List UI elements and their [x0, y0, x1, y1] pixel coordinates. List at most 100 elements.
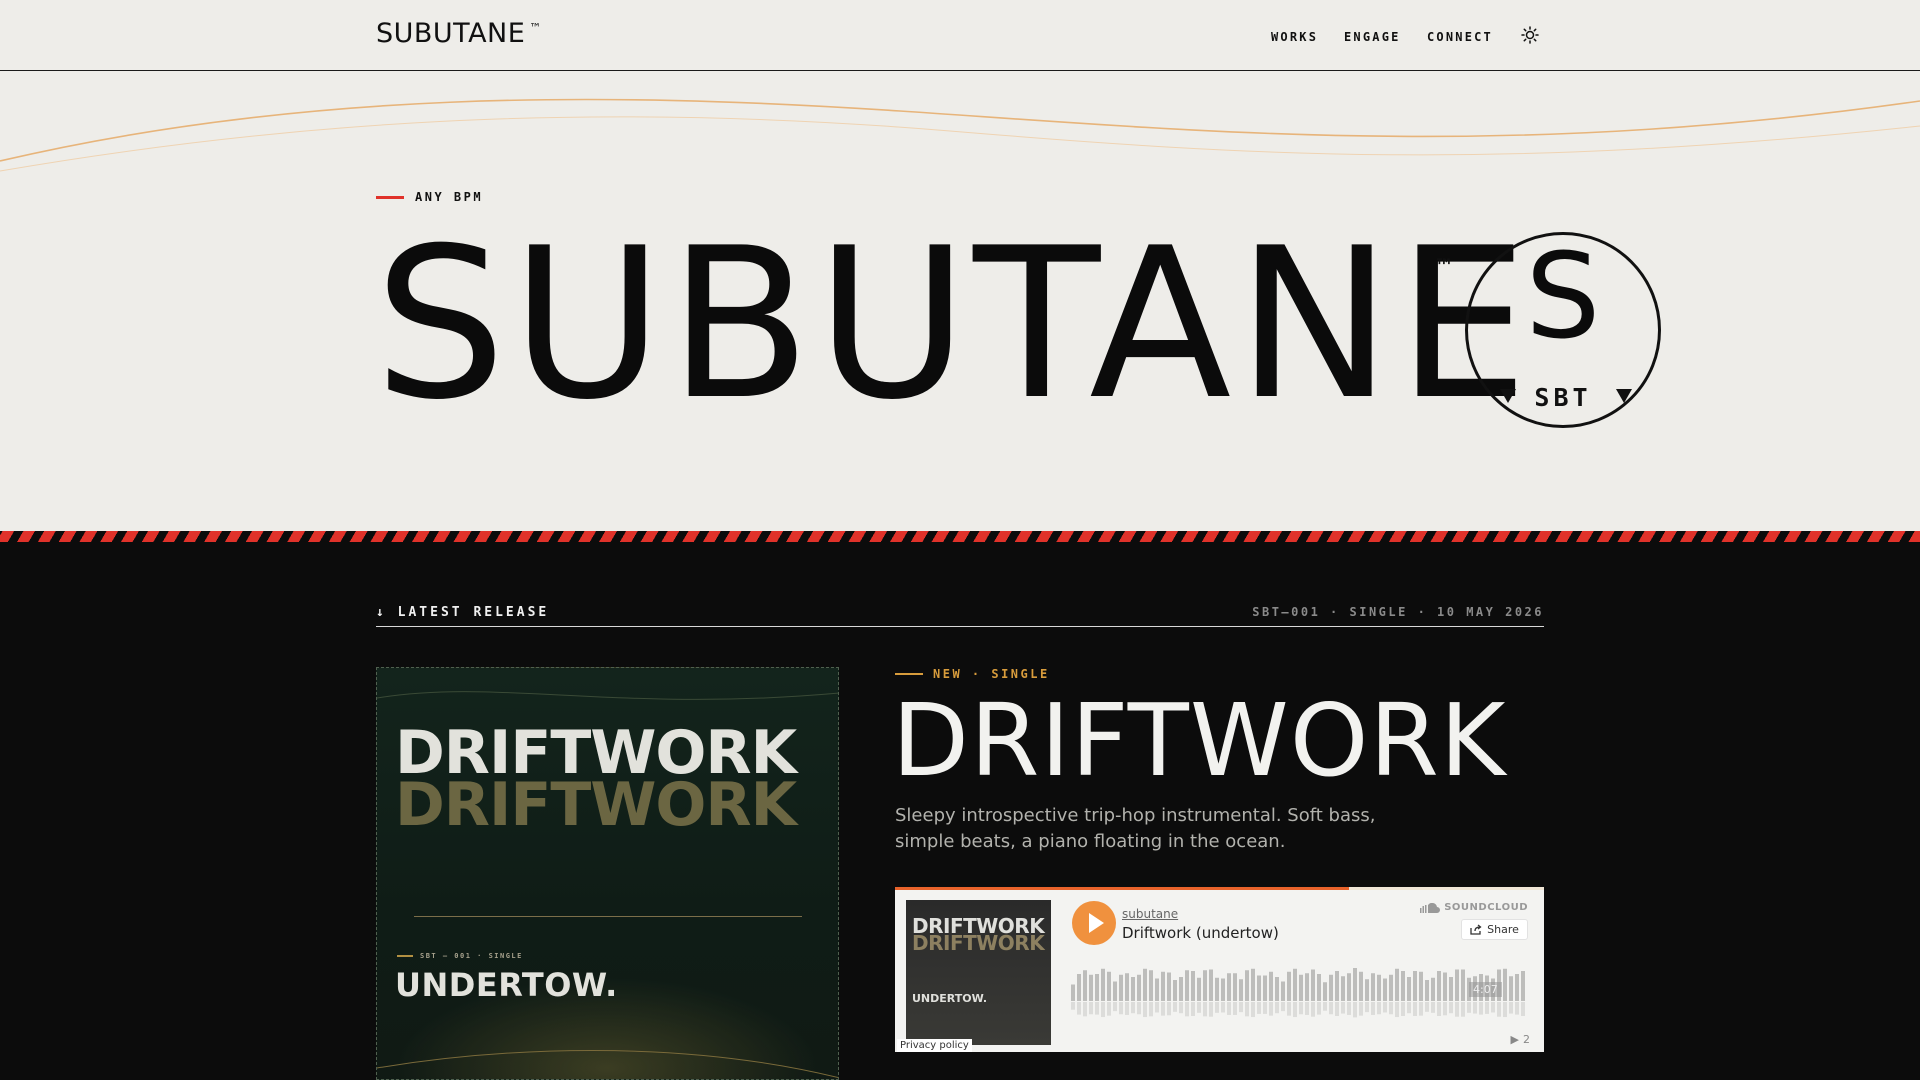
waveform[interactable]: [1071, 957, 1529, 1025]
waveform-bar: [1431, 977, 1435, 1001]
waveform-reflection-bar: [1203, 1002, 1207, 1017]
waveform-reflection-bar: [1113, 1002, 1117, 1012]
waveform-reflection-bar: [1125, 1002, 1129, 1015]
waveform-bar: [1437, 971, 1441, 1001]
waveform-bar: [1209, 969, 1213, 1001]
release-tag: NEW · SINGLE: [895, 667, 1050, 681]
waveform-reflection-bar: [1161, 1002, 1165, 1016]
privacy-policy-link[interactable]: Privacy policy: [897, 1039, 972, 1052]
waveform-bar: [1377, 974, 1381, 1001]
waveform-reflection-bar: [1449, 1002, 1453, 1014]
soundcloud-logo[interactable]: SOUNDCLOUD: [1420, 902, 1528, 913]
waveform-reflection-bar: [1383, 1002, 1387, 1013]
waveform-reflection-bar: [1347, 1002, 1351, 1015]
waveform-bar: [1137, 974, 1141, 1001]
waveform-bar: [1179, 977, 1183, 1001]
release-cover-art[interactable]: DRIFTWORK DRIFTWORK SBT — 001 · SINGLE U…: [376, 667, 839, 1080]
waveform-reflection-bar: [1437, 1002, 1441, 1016]
waveform-reflection-bar: [1329, 1002, 1333, 1015]
play-button[interactable]: [1072, 901, 1116, 945]
waveform-bar: [1383, 978, 1387, 1001]
waveform-bar: [1407, 977, 1411, 1001]
soundcloud-player[interactable]: DRIFTWORK DRIFTWORK UNDERTOW. Privacy po…: [895, 887, 1544, 1052]
waveform-bar: [1233, 973, 1237, 1001]
waveform-bar: [1521, 971, 1525, 1001]
waveform-bar: [1305, 973, 1309, 1001]
waveform-reflection-bar: [1095, 1002, 1099, 1015]
waveform-bar: [1395, 968, 1399, 1001]
waveform-reflection-bar: [1269, 1002, 1273, 1016]
waveform-reflection-bar: [1077, 1002, 1081, 1015]
waveform-bar: [1287, 971, 1291, 1001]
player-artwork[interactable]: DRIFTWORK DRIFTWORK UNDERTOW.: [906, 900, 1051, 1045]
section-label: ↓ LATEST RELEASE: [376, 605, 550, 620]
section-header: ↓ LATEST RELEASE SBT—001 · SINGLE · 10 M…: [376, 605, 1544, 627]
waveform-reflection-bar: [1479, 1002, 1483, 1015]
nav-engage[interactable]: ENGAGE: [1344, 30, 1401, 44]
waveform-bar: [1071, 984, 1075, 1001]
waveform-bar: [1257, 975, 1261, 1001]
seal-letter: S: [1525, 227, 1601, 365]
waveform-reflection-bar: [1245, 1002, 1249, 1017]
waveform-bar: [1311, 969, 1315, 1001]
player-art-title-echo: DRIFTWORK: [912, 931, 1045, 955]
cover-meta: SBT — 001 · SINGLE: [397, 952, 523, 960]
waveform-bar: [1251, 968, 1255, 1001]
waveform-reflection-bar: [1119, 1002, 1123, 1015]
waveform-reflection-bar: [1215, 1002, 1219, 1013]
seal-text: SBT: [1534, 383, 1592, 412]
waveform-reflection-bar: [1461, 1002, 1465, 1017]
waveform-bar: [1365, 979, 1369, 1001]
waveform-reflection-bar: [1239, 1002, 1243, 1013]
waveform-reflection-bar: [1293, 1002, 1297, 1018]
cover-meta-bar: [397, 955, 413, 957]
waveform-bar: [1509, 976, 1513, 1001]
brand-logo[interactable]: SUBUTANE ™: [376, 18, 542, 49]
waveform-reflection-bar: [1491, 1002, 1495, 1013]
waveform-reflection-bar: [1263, 1002, 1267, 1014]
waveform-reflection-bar: [1185, 1002, 1189, 1017]
release-tag-text: NEW · SINGLE: [933, 667, 1050, 681]
waveform-reflection-bar: [1137, 1002, 1141, 1015]
waveform-bar: [1353, 968, 1357, 1001]
waveform-reflection-bar: [1473, 1002, 1477, 1014]
brand-name[interactable]: SUBUTANE: [376, 18, 525, 49]
soundcloud-user-link[interactable]: subutane: [1122, 907, 1178, 921]
waveform-bar: [1239, 979, 1243, 1001]
cover-subtitle: UNDERTOW.: [395, 966, 618, 1004]
waveform-reflection-bar: [1371, 1002, 1375, 1015]
waveform-bar: [1245, 970, 1249, 1001]
waveform-reflection-bar: [1143, 1002, 1147, 1018]
waveform-reflection-bar: [1317, 1002, 1321, 1015]
hero-wave-decoration: [0, 98, 1920, 172]
brand-trademark: ™: [529, 21, 542, 35]
hero-trademark: ™: [1434, 254, 1454, 278]
waveform-bar: [1143, 968, 1147, 1001]
play-count: ▶ 2: [1511, 1033, 1530, 1046]
waveform-reflection-bar: [1341, 1002, 1345, 1014]
waveform-reflection-bar: [1197, 1002, 1201, 1013]
waveform-bar: [1503, 968, 1507, 1001]
player-progress-bar[interactable]: [895, 887, 1350, 890]
share-button[interactable]: Share: [1461, 919, 1528, 940]
theme-toggle-button[interactable]: [1521, 26, 1539, 44]
waveform-reflection-bar: [1101, 1002, 1105, 1018]
track-title-link[interactable]: Driftwork (undertow): [1122, 924, 1279, 942]
nav-works[interactable]: WORKS: [1271, 30, 1318, 44]
waveform-bar: [1359, 971, 1363, 1001]
waveform-reflection-bar: [1221, 1002, 1225, 1013]
soundcloud-brand-text: SOUNDCLOUD: [1444, 902, 1528, 913]
waveform-bar: [1329, 974, 1333, 1001]
nav-connect[interactable]: CONNECT: [1427, 30, 1493, 44]
waveform-bar: [1155, 978, 1159, 1001]
waveform-reflection-bar: [1083, 1002, 1087, 1017]
waveform-bar: [1281, 981, 1285, 1001]
waveform-bar: [1203, 970, 1207, 1001]
waveform-bar: [1191, 971, 1195, 1001]
hazard-stripe-divider: [0, 531, 1920, 542]
waveform-reflection-bar: [1365, 1002, 1369, 1013]
waveform-reflection-bar: [1305, 1002, 1309, 1015]
waveform-reflection-bar: [1131, 1002, 1135, 1014]
waveform-bar: [1149, 970, 1153, 1001]
waveform-reflection-bar: [1149, 1002, 1153, 1017]
